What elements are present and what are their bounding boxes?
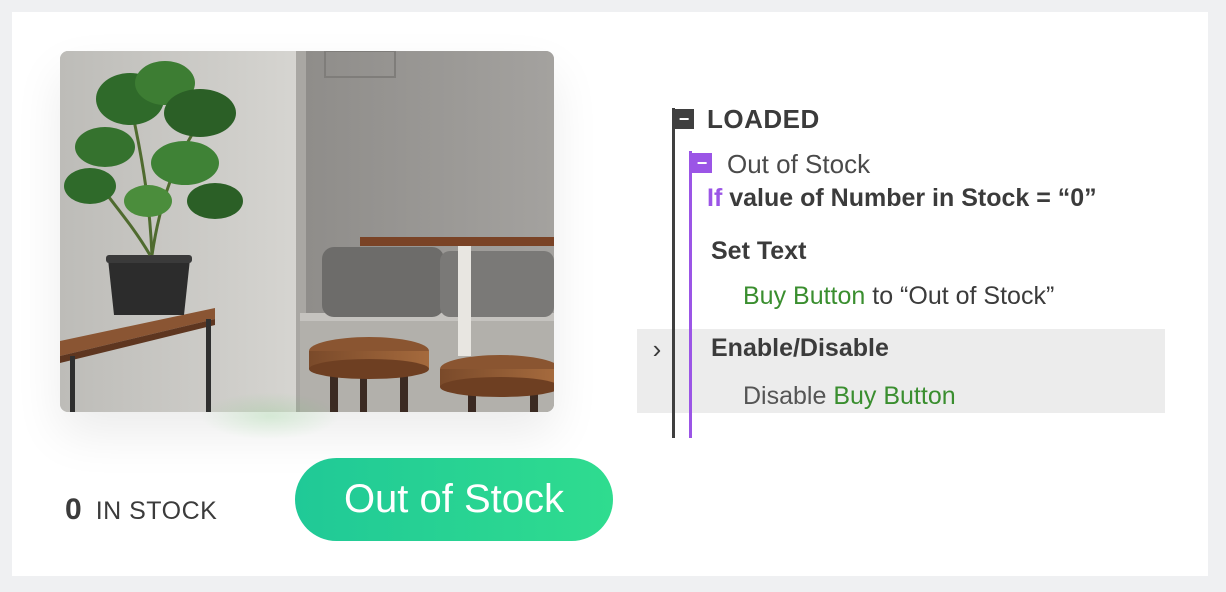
if-keyword: If: [707, 184, 723, 212]
action-set-text-title: Set Text: [711, 237, 807, 265]
action-enable-disable-title: Enable/Disable: [711, 334, 889, 362]
tree-line-condition: [689, 151, 692, 438]
stock-indicator: 0 IN STOCK: [65, 493, 217, 527]
buy-button-reference: Buy Button: [833, 382, 956, 410]
set-text-value: to “Out of Stock”: [865, 282, 1055, 310]
buy-button-reference: Buy Button: [743, 282, 866, 310]
stock-count: 0: [65, 493, 82, 526]
product-image: [60, 51, 554, 412]
condition-text: value of Number in Stock = “0”: [722, 184, 1097, 212]
buy-button[interactable]: Out of Stock: [295, 458, 613, 541]
tree-line-root: [672, 108, 675, 438]
condition-expression: If value of Number in Stock = “0”: [707, 184, 1097, 213]
action-enable-disable-desc: Disable Buy Button: [743, 382, 956, 411]
condition-block-label: Out of Stock: [727, 149, 871, 179]
action-set-text-desc: Buy Button to “Out of Stock”: [743, 282, 1054, 311]
event-loaded-label: LOADED: [707, 104, 820, 134]
collapse-condition-icon[interactable]: −: [692, 153, 712, 173]
chevron-right-icon[interactable]: ›: [646, 334, 668, 364]
stock-label: IN STOCK: [95, 497, 218, 525]
collapse-loaded-icon[interactable]: −: [674, 109, 694, 129]
image-shadow-glow: [200, 392, 340, 440]
disable-prefix: Disable: [743, 382, 834, 410]
